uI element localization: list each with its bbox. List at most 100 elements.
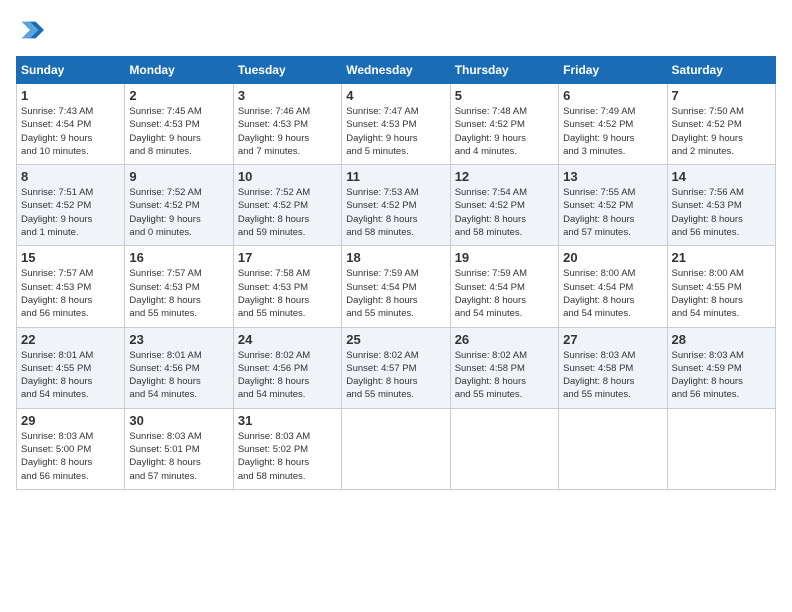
day-info: Sunrise: 7:54 AM Sunset: 4:52 PM Dayligh…	[455, 186, 554, 239]
day-number: 27	[563, 332, 662, 347]
day-info: Sunrise: 8:03 AM Sunset: 4:59 PM Dayligh…	[672, 349, 771, 402]
day-info: Sunrise: 7:49 AM Sunset: 4:52 PM Dayligh…	[563, 105, 662, 158]
day-info: Sunrise: 8:03 AM Sunset: 4:58 PM Dayligh…	[563, 349, 662, 402]
day-info: Sunrise: 8:03 AM Sunset: 5:00 PM Dayligh…	[21, 430, 120, 483]
day-header-wednesday: Wednesday	[342, 57, 450, 84]
day-number: 17	[238, 250, 337, 265]
calendar-cell: 3 Sunrise: 7:46 AM Sunset: 4:53 PM Daylig…	[233, 84, 341, 165]
calendar-week-1: 1 Sunrise: 7:43 AM Sunset: 4:54 PM Daylig…	[17, 84, 776, 165]
day-info: Sunrise: 8:02 AM Sunset: 4:56 PM Dayligh…	[238, 349, 337, 402]
day-header-friday: Friday	[559, 57, 667, 84]
calendar-cell: 21 Sunrise: 8:00 AM Sunset: 4:55 PM Dayli…	[667, 246, 775, 327]
day-number: 18	[346, 250, 445, 265]
calendar-cell: 11Sunrise: 7:53 AM Sunset: 4:52 PM Dayli…	[342, 165, 450, 246]
calendar-cell: 25Sunrise: 8:02 AM Sunset: 4:57 PM Dayli…	[342, 327, 450, 408]
day-number: 4	[346, 88, 445, 103]
calendar-header-row: SundayMondayTuesdayWednesdayThursdayFrid…	[17, 57, 776, 84]
day-header-tuesday: Tuesday	[233, 57, 341, 84]
day-number: 22	[21, 332, 120, 347]
calendar-cell	[450, 408, 558, 489]
calendar-cell: 5Sunrise: 7:48 AM Sunset: 4:52 PM Daylig…	[450, 84, 558, 165]
day-number: 30	[129, 413, 228, 428]
calendar-cell: 9Sunrise: 7:52 AM Sunset: 4:52 PM Daylig…	[125, 165, 233, 246]
day-number: 24	[238, 332, 337, 347]
day-info: Sunrise: 8:01 AM Sunset: 4:56 PM Dayligh…	[129, 349, 228, 402]
day-number: 11	[346, 169, 445, 184]
day-number: 5	[455, 88, 554, 103]
calendar-week-2: 8Sunrise: 7:51 AM Sunset: 4:52 PM Daylig…	[17, 165, 776, 246]
calendar-cell: 8Sunrise: 7:51 AM Sunset: 4:52 PM Daylig…	[17, 165, 125, 246]
header	[16, 16, 776, 44]
calendar-cell: 12 Sunrise: 7:54 AM Sunset: 4:52 PM Dayli…	[450, 165, 558, 246]
calendar-cell: 26Sunrise: 8:02 AM Sunset: 4:58 PM Dayli…	[450, 327, 558, 408]
calendar-cell: 22 Sunrise: 8:01 AM Sunset: 4:55 PM Dayli…	[17, 327, 125, 408]
day-info: Sunrise: 8:00 AM Sunset: 4:55 PM Dayligh…	[672, 267, 771, 320]
day-info: Sunrise: 7:52 AM Sunset: 4:52 PM Dayligh…	[129, 186, 228, 239]
logo	[16, 16, 48, 44]
calendar-body: 1 Sunrise: 7:43 AM Sunset: 4:54 PM Daylig…	[17, 84, 776, 490]
day-info: Sunrise: 7:43 AM Sunset: 4:54 PM Dayligh…	[21, 105, 120, 158]
calendar-cell: 2Sunrise: 7:45 AM Sunset: 4:53 PM Daylig…	[125, 84, 233, 165]
day-number: 20	[563, 250, 662, 265]
calendar-table: SundayMondayTuesdayWednesdayThursdayFrid…	[16, 56, 776, 490]
day-number: 13	[563, 169, 662, 184]
day-number: 2	[129, 88, 228, 103]
day-number: 7	[672, 88, 771, 103]
day-info: Sunrise: 8:00 AM Sunset: 4:54 PM Dayligh…	[563, 267, 662, 320]
calendar-cell: 31 Sunrise: 8:03 AM Sunset: 5:02 PM Dayli…	[233, 408, 341, 489]
day-number: 8	[21, 169, 120, 184]
day-number: 16	[129, 250, 228, 265]
day-header-monday: Monday	[125, 57, 233, 84]
calendar-cell: 30 Sunrise: 8:03 AM Sunset: 5:01 PM Dayli…	[125, 408, 233, 489]
calendar-week-3: 15Sunrise: 7:57 AM Sunset: 4:53 PM Dayli…	[17, 246, 776, 327]
calendar-cell: 29 Sunrise: 8:03 AM Sunset: 5:00 PM Dayli…	[17, 408, 125, 489]
day-info: Sunrise: 8:03 AM Sunset: 5:01 PM Dayligh…	[129, 430, 228, 483]
calendar-cell: 27 Sunrise: 8:03 AM Sunset: 4:58 PM Dayli…	[559, 327, 667, 408]
day-number: 12	[455, 169, 554, 184]
day-number: 21	[672, 250, 771, 265]
day-number: 15	[21, 250, 120, 265]
day-number: 23	[129, 332, 228, 347]
calendar-cell: 14 Sunrise: 7:56 AM Sunset: 4:53 PM Dayli…	[667, 165, 775, 246]
day-info: Sunrise: 8:03 AM Sunset: 5:02 PM Dayligh…	[238, 430, 337, 483]
day-header-thursday: Thursday	[450, 57, 558, 84]
day-number: 31	[238, 413, 337, 428]
day-info: Sunrise: 8:01 AM Sunset: 4:55 PM Dayligh…	[21, 349, 120, 402]
logo-icon	[16, 16, 44, 44]
day-number: 28	[672, 332, 771, 347]
day-number: 14	[672, 169, 771, 184]
day-info: Sunrise: 7:56 AM Sunset: 4:53 PM Dayligh…	[672, 186, 771, 239]
calendar-cell: 1 Sunrise: 7:43 AM Sunset: 4:54 PM Daylig…	[17, 84, 125, 165]
day-info: Sunrise: 7:50 AM Sunset: 4:52 PM Dayligh…	[672, 105, 771, 158]
day-info: Sunrise: 7:59 AM Sunset: 4:54 PM Dayligh…	[455, 267, 554, 320]
calendar-cell	[342, 408, 450, 489]
calendar-cell: 28 Sunrise: 8:03 AM Sunset: 4:59 PM Dayli…	[667, 327, 775, 408]
calendar-cell: 16Sunrise: 7:57 AM Sunset: 4:53 PM Dayli…	[125, 246, 233, 327]
day-info: Sunrise: 7:58 AM Sunset: 4:53 PM Dayligh…	[238, 267, 337, 320]
day-number: 26	[455, 332, 554, 347]
calendar-cell: 19 Sunrise: 7:59 AM Sunset: 4:54 PM Dayli…	[450, 246, 558, 327]
day-number: 29	[21, 413, 120, 428]
calendar-cell: 20 Sunrise: 8:00 AM Sunset: 4:54 PM Dayli…	[559, 246, 667, 327]
day-info: Sunrise: 7:47 AM Sunset: 4:53 PM Dayligh…	[346, 105, 445, 158]
day-info: Sunrise: 7:55 AM Sunset: 4:52 PM Dayligh…	[563, 186, 662, 239]
day-number: 3	[238, 88, 337, 103]
day-number: 1	[21, 88, 120, 103]
calendar-cell: 7 Sunrise: 7:50 AM Sunset: 4:52 PM Daylig…	[667, 84, 775, 165]
calendar-week-5: 29 Sunrise: 8:03 AM Sunset: 5:00 PM Dayli…	[17, 408, 776, 489]
calendar-cell: 4 Sunrise: 7:47 AM Sunset: 4:53 PM Daylig…	[342, 84, 450, 165]
day-info: Sunrise: 8:02 AM Sunset: 4:57 PM Dayligh…	[346, 349, 445, 402]
day-info: Sunrise: 7:46 AM Sunset: 4:53 PM Dayligh…	[238, 105, 337, 158]
calendar-cell: 17 Sunrise: 7:58 AM Sunset: 4:53 PM Dayli…	[233, 246, 341, 327]
calendar-week-4: 22 Sunrise: 8:01 AM Sunset: 4:55 PM Dayli…	[17, 327, 776, 408]
day-number: 6	[563, 88, 662, 103]
calendar-cell: 13 Sunrise: 7:55 AM Sunset: 4:52 PM Dayli…	[559, 165, 667, 246]
calendar-cell: 18 Sunrise: 7:59 AM Sunset: 4:54 PM Dayli…	[342, 246, 450, 327]
calendar-cell: 10Sunrise: 7:52 AM Sunset: 4:52 PM Dayli…	[233, 165, 341, 246]
calendar-cell	[559, 408, 667, 489]
calendar-cell: 23 Sunrise: 8:01 AM Sunset: 4:56 PM Dayli…	[125, 327, 233, 408]
day-header-saturday: Saturday	[667, 57, 775, 84]
day-info: Sunrise: 7:59 AM Sunset: 4:54 PM Dayligh…	[346, 267, 445, 320]
day-number: 19	[455, 250, 554, 265]
day-number: 10	[238, 169, 337, 184]
